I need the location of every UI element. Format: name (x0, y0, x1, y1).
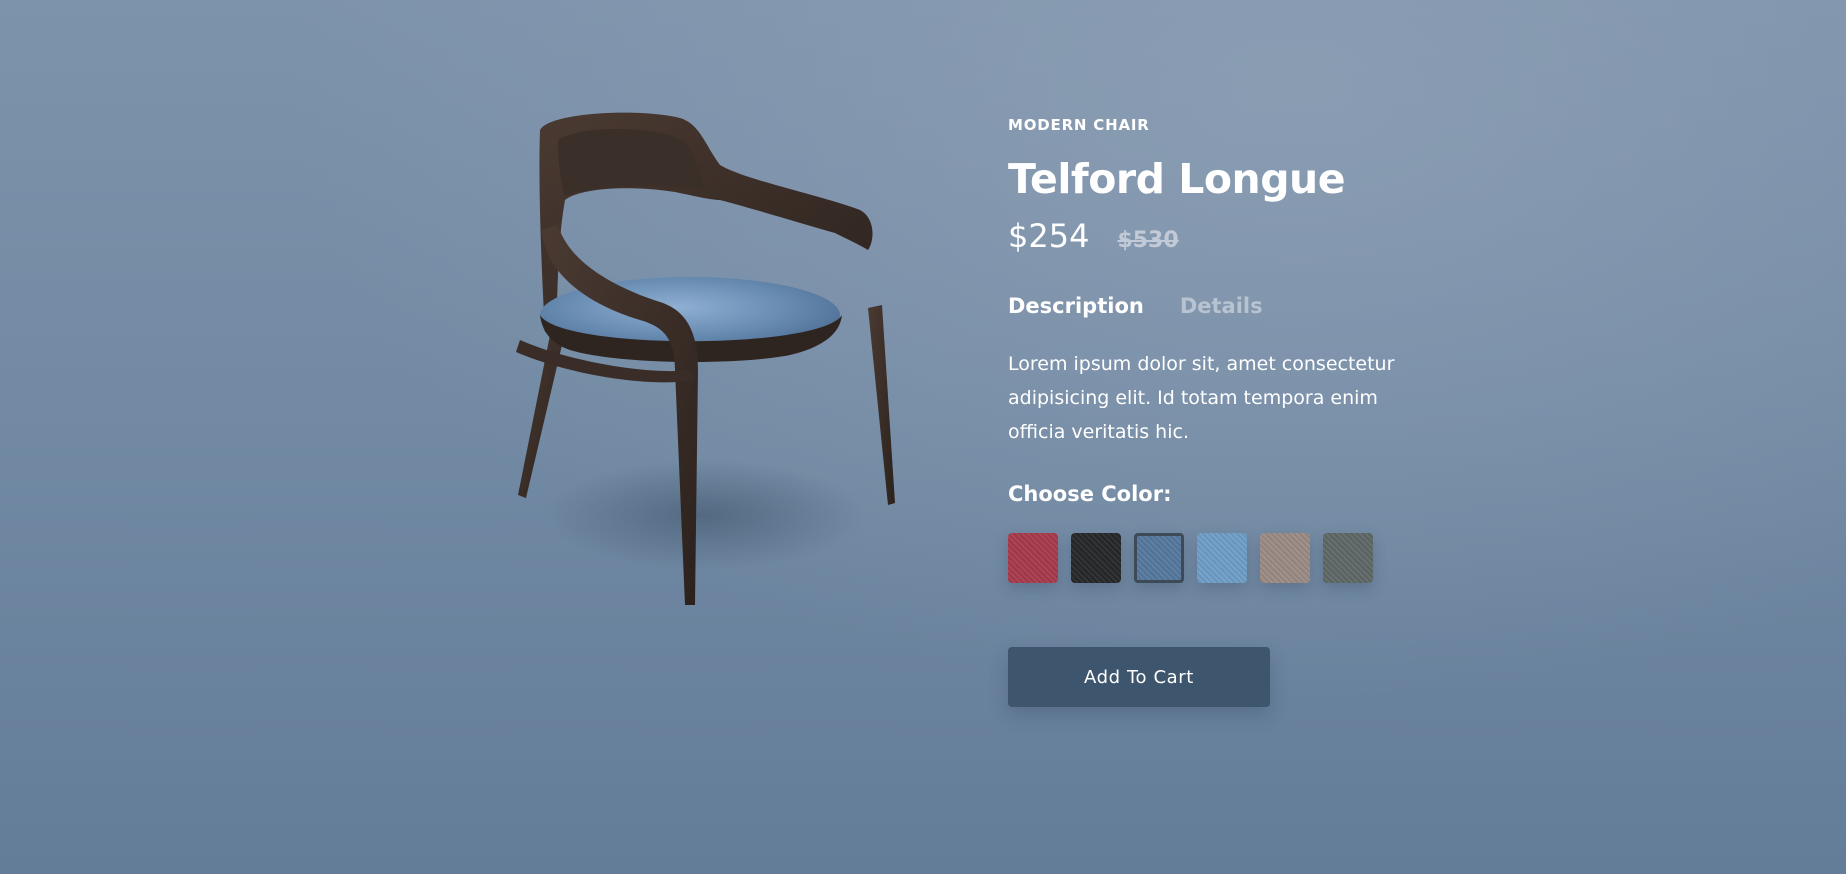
color-swatch-light-blue[interactable] (1197, 533, 1247, 583)
original-price: $530 (1117, 228, 1179, 253)
color-swatch-gray[interactable] (1323, 533, 1373, 583)
tab-details[interactable]: Details (1180, 291, 1263, 321)
color-swatches (1008, 533, 1448, 583)
price-row: $254 $530 (1008, 216, 1448, 256)
color-swatch-black[interactable] (1071, 533, 1121, 583)
color-swatch-denim[interactable] (1134, 533, 1184, 583)
product-image (490, 100, 920, 620)
product-details: MODERN CHAIR Telford Longue $254 $530 De… (1008, 114, 1448, 707)
color-swatch-red[interactable] (1008, 533, 1058, 583)
color-swatch-taupe[interactable] (1260, 533, 1310, 583)
product-category: MODERN CHAIR (1008, 116, 1150, 134)
add-to-cart-button[interactable]: Add To Cart (1008, 647, 1270, 707)
product-title: Telford Longue (1008, 155, 1346, 203)
product-description: Lorem ipsum dolor sit, amet consectetur … (1008, 353, 1395, 443)
tab-description[interactable]: Description (1008, 291, 1144, 321)
product-tabs: Description Details (1008, 291, 1448, 321)
current-price: $254 (1008, 217, 1090, 255)
chair-illustration (516, 112, 895, 605)
choose-color-heading: Choose Color: (1008, 482, 1172, 506)
